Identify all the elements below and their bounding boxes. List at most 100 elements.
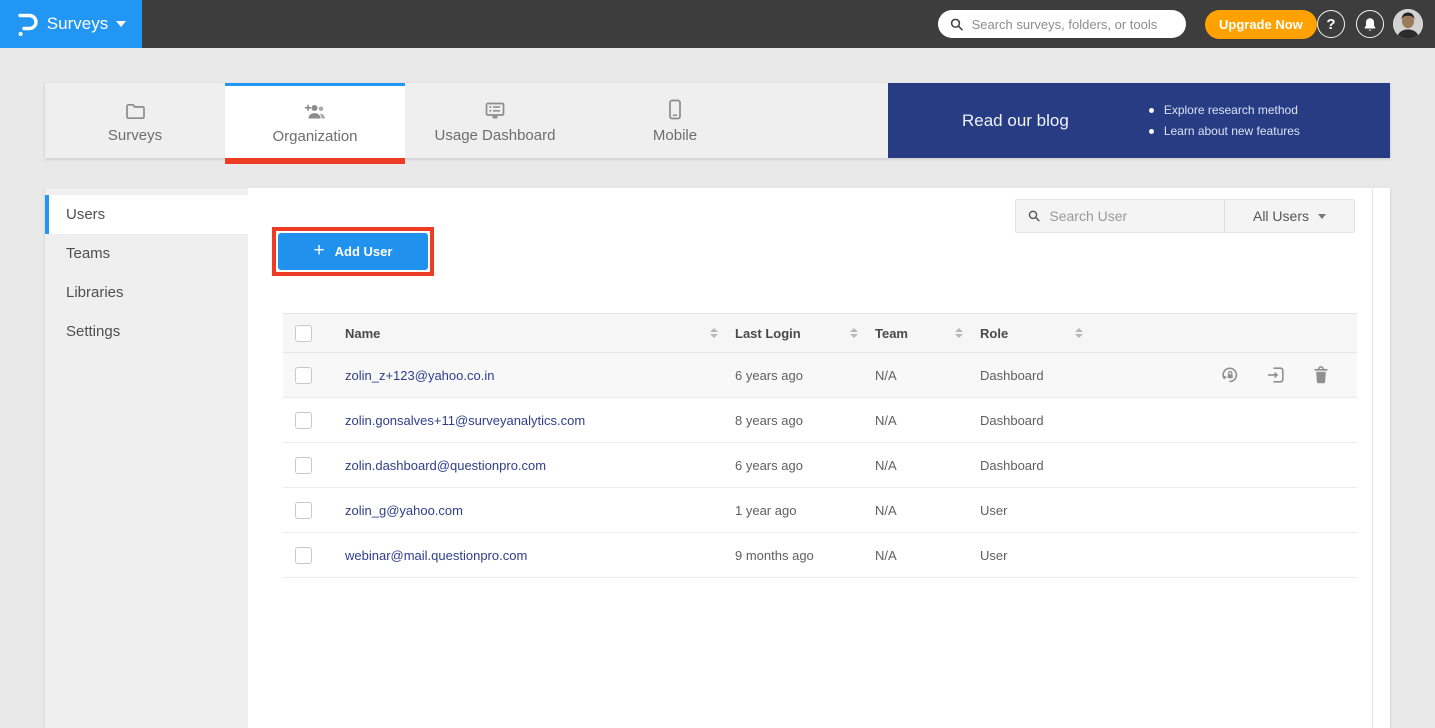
add-user-button[interactable]: + Add User bbox=[278, 233, 428, 270]
tab-label: Organization bbox=[272, 128, 357, 145]
notifications-button[interactable] bbox=[1356, 10, 1384, 38]
column-header-last-login[interactable]: Last Login bbox=[735, 326, 801, 341]
organization-card: Users Teams Libraries Settings All Users bbox=[45, 188, 1390, 728]
help-button[interactable]: ? bbox=[1317, 10, 1345, 38]
sidebar-item-label: Settings bbox=[66, 323, 120, 340]
column-header-name[interactable]: Name bbox=[345, 326, 380, 341]
user-avatar[interactable] bbox=[1393, 9, 1423, 39]
annotation-highlight-box: + Add User bbox=[272, 227, 434, 276]
chevron-down-icon bbox=[116, 21, 126, 27]
promo-bullet-list: Explore research method Learn about new … bbox=[1149, 100, 1300, 142]
row-checkbox[interactable] bbox=[295, 457, 312, 474]
team-cell: N/A bbox=[875, 503, 897, 518]
folder-icon bbox=[125, 98, 146, 120]
questionpro-logo-icon bbox=[16, 11, 38, 37]
last-login-cell: 6 years ago bbox=[735, 458, 803, 473]
user-search-bar: All Users bbox=[1015, 199, 1355, 233]
upgrade-now-button[interactable]: Upgrade Now bbox=[1205, 10, 1317, 39]
last-login-cell: 6 years ago bbox=[735, 368, 803, 383]
promo-bullet: Explore research method bbox=[1149, 100, 1300, 121]
user-email-link[interactable]: zolin.gonsalves+11@surveyanalytics.com bbox=[345, 413, 585, 428]
role-cell: User bbox=[980, 548, 1007, 563]
tab-label: Usage Dashboard bbox=[435, 127, 556, 144]
tab-organization[interactable]: Organization bbox=[225, 83, 405, 158]
users-table: Name Last Login Team Role bbox=[283, 313, 1357, 578]
scrollbar-track[interactable] bbox=[1372, 188, 1373, 728]
user-search-field[interactable] bbox=[1016, 200, 1224, 232]
plus-icon: + bbox=[314, 241, 325, 260]
row-checkbox[interactable] bbox=[295, 412, 312, 429]
chevron-down-icon bbox=[1318, 214, 1326, 219]
user-email-link[interactable]: zolin_g@yahoo.com bbox=[345, 503, 463, 518]
blog-promo-banner[interactable]: Read our blog Explore research method Le… bbox=[888, 83, 1390, 158]
last-login-cell: 9 months ago bbox=[735, 548, 814, 563]
tab-usage-dashboard[interactable]: Usage Dashboard bbox=[405, 83, 585, 158]
search-icon bbox=[1028, 209, 1040, 223]
select-all-checkbox[interactable] bbox=[295, 325, 312, 342]
filter-selected-value: All Users bbox=[1253, 208, 1309, 224]
avatar-photo bbox=[1393, 9, 1423, 39]
sidebar-item-label: Users bbox=[66, 206, 105, 223]
org-sidebar: Users Teams Libraries Settings bbox=[45, 188, 248, 728]
sidebar-item-users[interactable]: Users bbox=[45, 195, 248, 234]
module-tabstrip: Surveys Organization Usage bbox=[45, 83, 1390, 158]
role-cell: Dashboard bbox=[980, 368, 1044, 383]
user-email-link[interactable]: zolin_z+123@yahoo.co.in bbox=[345, 368, 494, 383]
sidebar-item-settings[interactable]: Settings bbox=[45, 312, 248, 351]
sort-icon[interactable] bbox=[710, 328, 718, 338]
annotation-underline bbox=[225, 158, 405, 164]
reset-password-icon[interactable] bbox=[1220, 365, 1240, 385]
sort-icon[interactable] bbox=[955, 328, 963, 338]
product-logo-menu[interactable]: Surveys bbox=[0, 0, 142, 48]
role-cell: User bbox=[980, 503, 1007, 518]
tab-mobile[interactable]: Mobile bbox=[585, 83, 765, 158]
sidebar-item-teams[interactable]: Teams bbox=[45, 234, 248, 273]
table-header-row: Name Last Login Team Role bbox=[283, 313, 1357, 353]
row-checkbox[interactable] bbox=[295, 547, 312, 564]
team-cell: N/A bbox=[875, 368, 897, 383]
user-email-link[interactable]: zolin.dashboard@questionpro.com bbox=[345, 458, 546, 473]
team-cell: N/A bbox=[875, 548, 897, 563]
search-icon bbox=[950, 17, 964, 32]
table-row: zolin.dashboard@questionpro.com 6 years … bbox=[283, 443, 1357, 488]
login-as-user-icon[interactable] bbox=[1266, 365, 1286, 385]
role-cell: Dashboard bbox=[980, 458, 1044, 473]
last-login-cell: 1 year ago bbox=[735, 503, 796, 518]
app-menu-label[interactable]: Surveys bbox=[47, 14, 108, 34]
sort-icon[interactable] bbox=[1075, 328, 1083, 338]
sidebar-item-label: Teams bbox=[66, 245, 110, 262]
table-row: zolin.gonsalves+11@surveyanalytics.com 8… bbox=[283, 398, 1357, 443]
tabstrip-filler bbox=[765, 83, 888, 158]
global-search-input[interactable] bbox=[972, 17, 1174, 32]
column-header-team[interactable]: Team bbox=[875, 326, 908, 341]
sidebar-item-label: Libraries bbox=[66, 284, 124, 301]
table-row: webinar@mail.questionpro.com 9 months ag… bbox=[283, 533, 1357, 578]
user-filter-dropdown[interactable]: All Users bbox=[1224, 200, 1354, 232]
tab-label: Surveys bbox=[108, 127, 162, 144]
tab-label: Mobile bbox=[653, 127, 697, 144]
topbar: Surveys Upgrade Now ? bbox=[0, 0, 1435, 48]
role-cell: Dashboard bbox=[980, 413, 1044, 428]
add-user-label: Add User bbox=[335, 244, 393, 259]
sort-icon[interactable] bbox=[850, 328, 858, 338]
global-search[interactable] bbox=[938, 10, 1186, 38]
column-header-role[interactable]: Role bbox=[980, 326, 1008, 341]
promo-bullet: Learn about new features bbox=[1149, 121, 1300, 142]
tab-surveys[interactable]: Surveys bbox=[45, 83, 225, 158]
last-login-cell: 8 years ago bbox=[735, 413, 803, 428]
smartphone-icon bbox=[668, 98, 682, 120]
users-panel: All Users + Add User Name Last Login bbox=[248, 188, 1390, 728]
delete-icon[interactable] bbox=[1312, 365, 1330, 385]
team-cell: N/A bbox=[875, 458, 897, 473]
table-row: zolin_z+123@yahoo.co.in 6 years ago N/A … bbox=[283, 353, 1357, 398]
team-cell: N/A bbox=[875, 413, 897, 428]
promo-title[interactable]: Read our blog bbox=[962, 111, 1069, 131]
row-checkbox[interactable] bbox=[295, 367, 312, 384]
bell-icon bbox=[1363, 17, 1377, 32]
table-row: zolin_g@yahoo.com 1 year ago N/A User bbox=[283, 488, 1357, 533]
sidebar-item-libraries[interactable]: Libraries bbox=[45, 273, 248, 312]
user-email-link[interactable]: webinar@mail.questionpro.com bbox=[345, 548, 527, 563]
person-add-icon bbox=[302, 99, 328, 121]
row-checkbox[interactable] bbox=[295, 502, 312, 519]
search-user-input[interactable] bbox=[1049, 208, 1212, 224]
